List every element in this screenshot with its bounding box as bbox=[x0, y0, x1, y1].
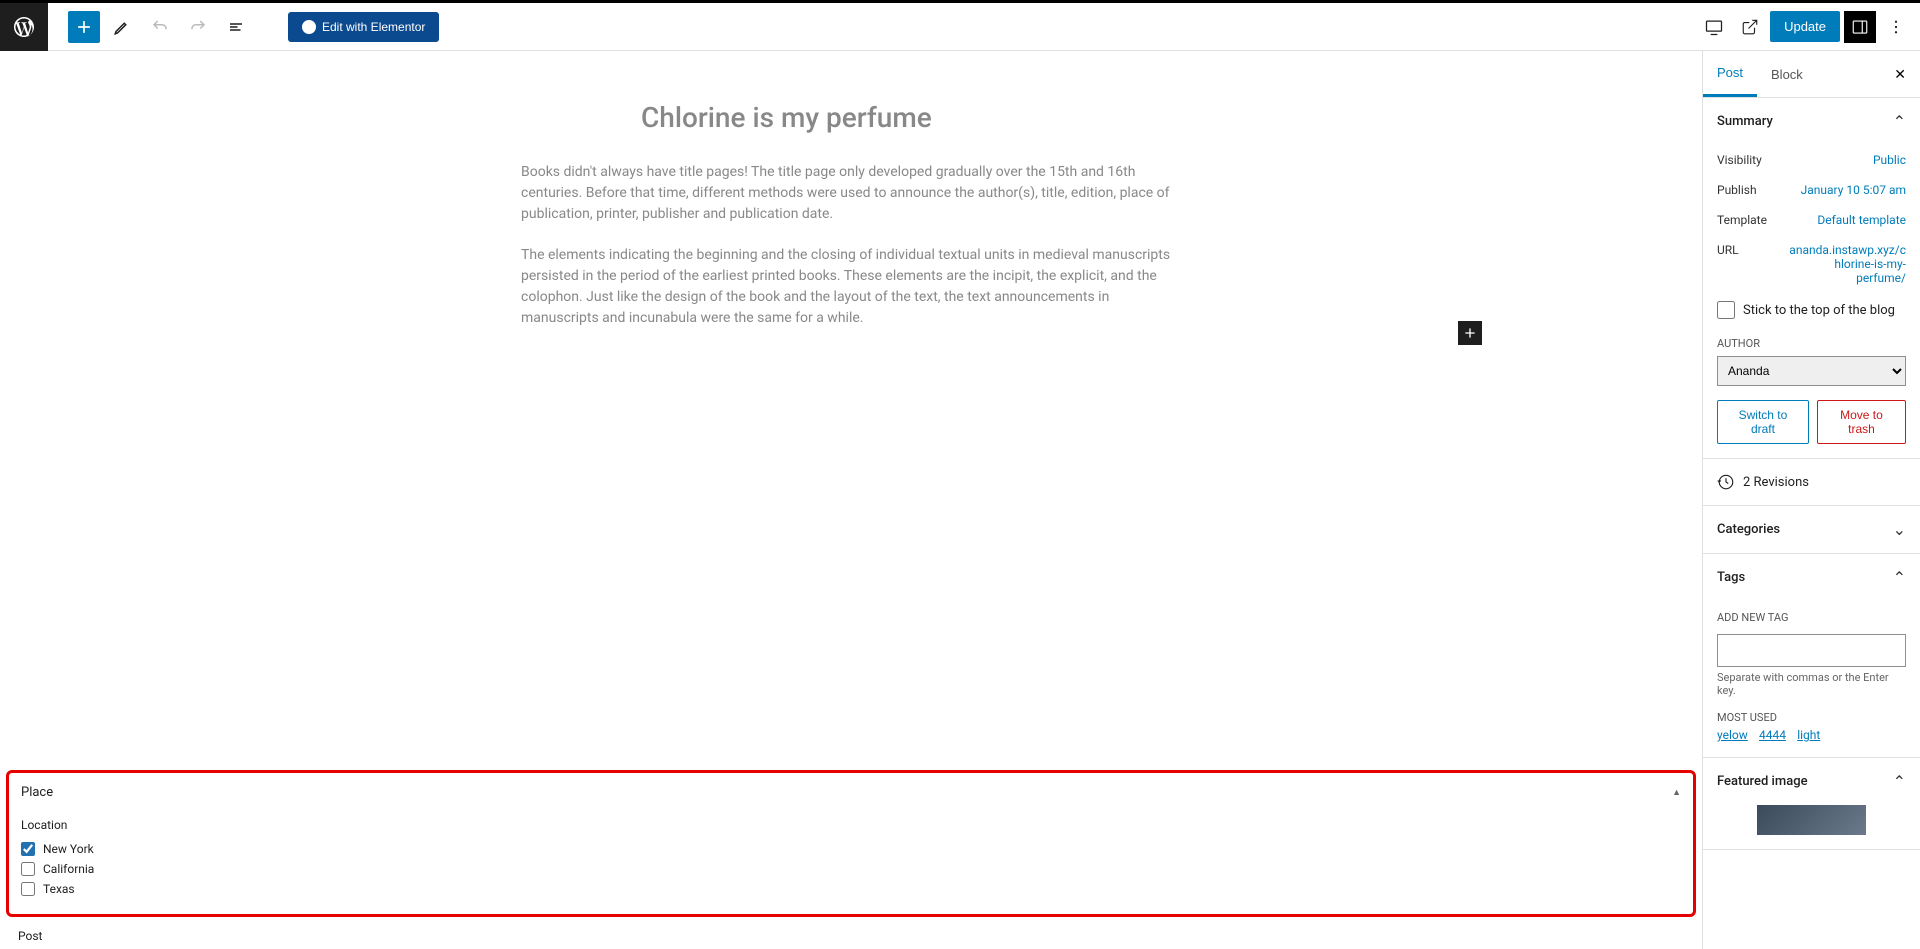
elementor-label: Edit with Elementor bbox=[322, 20, 425, 34]
tab-block[interactable]: Block bbox=[1757, 51, 1817, 97]
paragraph-block[interactable]: Books didn't always have title pages! Th… bbox=[521, 162, 1181, 225]
footer-breadcrumb: Post bbox=[0, 923, 1702, 949]
chevron-up-icon: ⌃ bbox=[1893, 568, 1906, 587]
publish-label: Publish bbox=[1717, 183, 1757, 197]
wordpress-logo[interactable] bbox=[0, 3, 48, 51]
summary-title: Summary bbox=[1717, 114, 1773, 129]
add-block-button[interactable] bbox=[68, 11, 100, 43]
tag-link[interactable]: 4444 bbox=[1759, 728, 1786, 742]
template-label: Template bbox=[1717, 213, 1767, 227]
redo-button[interactable] bbox=[182, 11, 214, 43]
undo-icon bbox=[151, 18, 169, 36]
document-overview-button[interactable] bbox=[220, 11, 252, 43]
tag-link[interactable]: yelow bbox=[1717, 728, 1748, 742]
pencil-icon bbox=[113, 18, 131, 36]
history-icon bbox=[1717, 473, 1735, 491]
undo-button[interactable] bbox=[144, 11, 176, 43]
chevron-up-icon: ⌃ bbox=[1893, 772, 1906, 791]
tag-input[interactable] bbox=[1717, 634, 1906, 667]
author-select[interactable]: Ananda bbox=[1717, 356, 1906, 386]
close-sidebar-button[interactable]: ✕ bbox=[1880, 51, 1920, 97]
location-label-item[interactable]: California bbox=[43, 862, 94, 876]
tab-post[interactable]: Post bbox=[1703, 51, 1757, 97]
update-button[interactable]: Update bbox=[1770, 11, 1840, 42]
plus-icon bbox=[74, 17, 94, 37]
location-option: California bbox=[21, 862, 1681, 876]
summary-panel: Summary ⌃ Visibility Public Publish Januar… bbox=[1703, 98, 1920, 459]
settings-toggle-button[interactable] bbox=[1844, 11, 1876, 43]
sidebar-icon bbox=[1851, 18, 1869, 36]
author-label: AUTHOR bbox=[1717, 337, 1906, 350]
location-label-item[interactable]: New York bbox=[43, 842, 94, 856]
location-label-item[interactable]: Texas bbox=[43, 882, 75, 896]
template-value[interactable]: Default template bbox=[1817, 213, 1906, 227]
editor-canvas: Chlorine is my perfume Books didn't alwa… bbox=[0, 51, 1702, 949]
categories-header[interactable]: Categories ⌄ bbox=[1703, 506, 1920, 553]
url-label: URL bbox=[1717, 243, 1739, 285]
location-option: New York bbox=[21, 842, 1681, 856]
location-label: Location bbox=[21, 818, 1681, 832]
sticky-checkbox[interactable] bbox=[1717, 301, 1735, 319]
location-checkbox-newyork[interactable] bbox=[21, 842, 35, 856]
place-collapse-toggle[interactable]: ▲ bbox=[1672, 787, 1681, 798]
categories-panel: Categories ⌄ bbox=[1703, 506, 1920, 554]
plus-icon bbox=[1462, 325, 1478, 341]
switch-draft-button[interactable]: Switch to draft bbox=[1717, 400, 1809, 444]
chevron-up-icon: ⌃ bbox=[1893, 112, 1906, 131]
visibility-label: Visibility bbox=[1717, 153, 1762, 167]
paragraph-block[interactable]: The elements indicating the beginning an… bbox=[521, 245, 1181, 329]
desktop-icon bbox=[1704, 17, 1724, 37]
chevron-down-icon: ⌄ bbox=[1893, 520, 1906, 539]
location-checkbox-california[interactable] bbox=[21, 862, 35, 876]
revisions-link[interactable]: 2 Revisions bbox=[1703, 459, 1920, 506]
elementor-button[interactable]: Edit with Elementor bbox=[288, 12, 439, 42]
featured-image-panel: Featured image ⌃ bbox=[1703, 758, 1920, 850]
summary-header[interactable]: Summary ⌃ bbox=[1703, 98, 1920, 145]
tag-link[interactable]: light bbox=[1797, 728, 1820, 742]
post-title[interactable]: Chlorine is my perfume bbox=[641, 101, 1181, 134]
revisions-text: 2 Revisions bbox=[1743, 475, 1809, 490]
wordpress-icon bbox=[12, 15, 36, 39]
location-checkbox-texas[interactable] bbox=[21, 882, 35, 896]
place-metabox: Place ▲ Location New York California Tex… bbox=[6, 770, 1696, 917]
list-icon bbox=[227, 18, 245, 36]
preview-button[interactable] bbox=[1734, 11, 1766, 43]
url-value[interactable]: ananda.instawp.xyz/chlorine-is-my-perfum… bbox=[1786, 243, 1906, 285]
tags-panel: Tags ⌃ ADD NEW TAG Separate with commas … bbox=[1703, 554, 1920, 758]
settings-sidebar: Post Block ✕ Summary ⌃ Visibility Public … bbox=[1702, 51, 1920, 949]
edit-button[interactable] bbox=[106, 11, 138, 43]
view-button[interactable] bbox=[1698, 11, 1730, 43]
add-tag-label: ADD NEW TAG bbox=[1717, 611, 1906, 624]
sticky-label[interactable]: Stick to the top of the blog bbox=[1743, 303, 1895, 318]
featured-header[interactable]: Featured image ⌃ bbox=[1703, 758, 1920, 805]
tag-hint: Separate with commas or the Enter key. bbox=[1717, 671, 1906, 697]
tags-title: Tags bbox=[1717, 570, 1745, 585]
tags-header[interactable]: Tags ⌃ bbox=[1703, 554, 1920, 601]
place-title: Place bbox=[21, 785, 53, 800]
options-button[interactable] bbox=[1880, 11, 1912, 43]
elementor-icon bbox=[302, 20, 316, 34]
publish-value[interactable]: January 10 5:07 am bbox=[1801, 183, 1906, 197]
featured-title: Featured image bbox=[1717, 774, 1808, 789]
location-option: Texas bbox=[21, 882, 1681, 896]
visibility-value[interactable]: Public bbox=[1873, 153, 1906, 167]
toolbar: Edit with Elementor Update bbox=[0, 3, 1920, 51]
most-used-label: MOST USED bbox=[1717, 711, 1906, 724]
external-icon bbox=[1741, 18, 1759, 36]
kebab-icon bbox=[1887, 18, 1905, 36]
redo-icon bbox=[189, 18, 207, 36]
add-block-inline-button[interactable] bbox=[1458, 321, 1482, 345]
move-trash-button[interactable]: Move to trash bbox=[1817, 400, 1906, 444]
featured-image-thumbnail[interactable] bbox=[1757, 805, 1866, 835]
categories-title: Categories bbox=[1717, 522, 1780, 537]
